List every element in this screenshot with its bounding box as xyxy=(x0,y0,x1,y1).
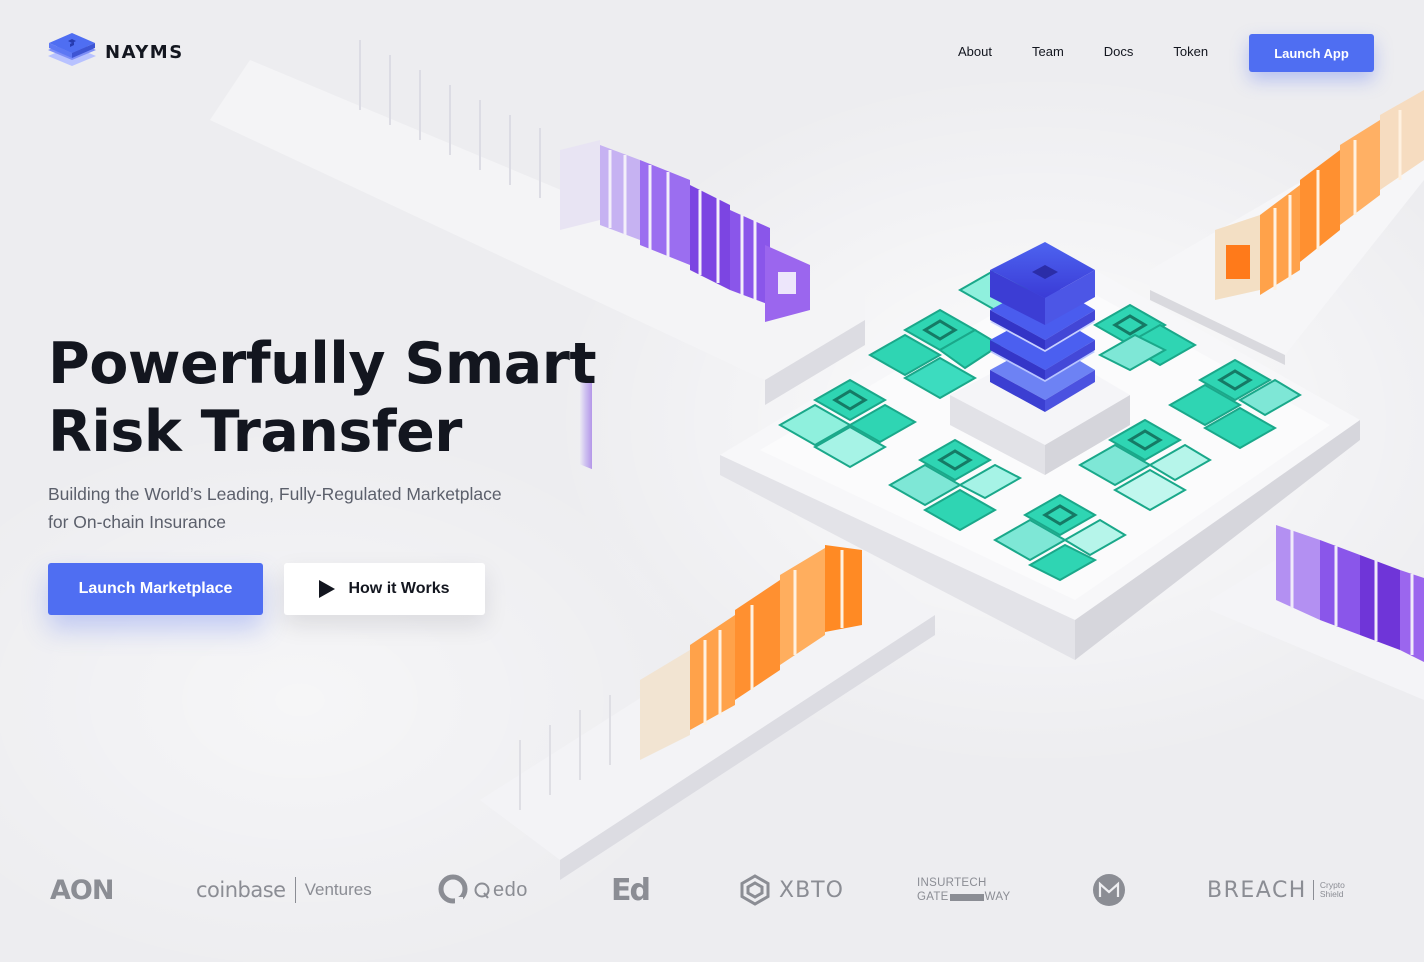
launch-marketplace-button[interactable]: Launch Marketplace xyxy=(48,563,263,615)
nayms-logo-icon xyxy=(48,33,96,66)
launch-app-button[interactable]: Launch App xyxy=(1249,34,1374,72)
partner-logos: AON coinbase Ventures edo Ed XBTO INSURT… xyxy=(0,860,1424,920)
brand-name: NAYMS xyxy=(105,41,184,63)
partner-ed: Ed xyxy=(611,872,651,908)
how-it-works-button[interactable]: How it Works xyxy=(284,563,485,615)
partner-aon: AON xyxy=(50,874,114,906)
breach-sub-2: Shield xyxy=(1319,889,1344,899)
partner-m-logo xyxy=(1092,860,1126,920)
qedo-q-icon xyxy=(438,874,468,907)
nav-about[interactable]: About xyxy=(958,44,992,59)
nav-team[interactable]: Team xyxy=(1032,44,1064,59)
how-it-works-label: How it Works xyxy=(348,580,450,597)
m-circle-logo-icon xyxy=(1093,874,1125,906)
insurtech-bar xyxy=(949,893,984,901)
main-nav: About Team Docs Token xyxy=(958,44,1208,59)
hero-subtitle: Building the World’s Leading, Fully-Regu… xyxy=(48,480,568,536)
partner-insurtech-gateway: INSURTECH GATE WAY xyxy=(917,860,1011,920)
play-icon xyxy=(319,580,336,598)
qedo-wordmark: edo xyxy=(493,878,528,901)
hero-title-line-2: Risk Transfer xyxy=(48,399,462,465)
qedo-small-q-icon xyxy=(474,882,490,899)
insurtech-gate: GATE xyxy=(917,891,949,903)
nav-docs[interactable]: Docs xyxy=(1104,44,1134,59)
brand-logo[interactable]: NAYMS xyxy=(48,32,184,72)
hero-title: Powerfully Smart Risk Transfer xyxy=(48,330,597,466)
breach-divider xyxy=(1312,880,1314,900)
partner-qedo: edo xyxy=(437,860,528,920)
insurtech-way: WAY xyxy=(984,891,1011,903)
nav-token[interactable]: Token xyxy=(1173,44,1208,59)
partner-coinbase-ventures: coinbase Ventures xyxy=(196,860,372,920)
insurtech-line-1: INSURTECH xyxy=(917,877,987,889)
partner-breach: BREACH Crypto Shield xyxy=(1207,860,1345,920)
breach-subtitle: Crypto Shield xyxy=(1320,881,1345,899)
breach-wordmark: BREACH xyxy=(1207,877,1307,903)
insurtech-line-2: GATE WAY xyxy=(917,890,1011,904)
coinbase-wordmark: coinbase xyxy=(196,878,286,902)
coinbase-ventures-label: Ventures xyxy=(304,880,372,899)
xbto-hexagon-icon xyxy=(740,874,770,906)
hero-subtitle-line-2: for On-chain Insurance xyxy=(48,512,227,532)
hero-title-line-1: Powerfully Smart xyxy=(48,331,597,397)
coinbase-divider xyxy=(294,877,296,903)
xbto-wordmark: XBTO xyxy=(779,877,844,903)
partner-xbto: XBTO xyxy=(739,860,844,920)
hero-subtitle-line-1: Building the World’s Leading, Fully-Regu… xyxy=(48,484,502,504)
